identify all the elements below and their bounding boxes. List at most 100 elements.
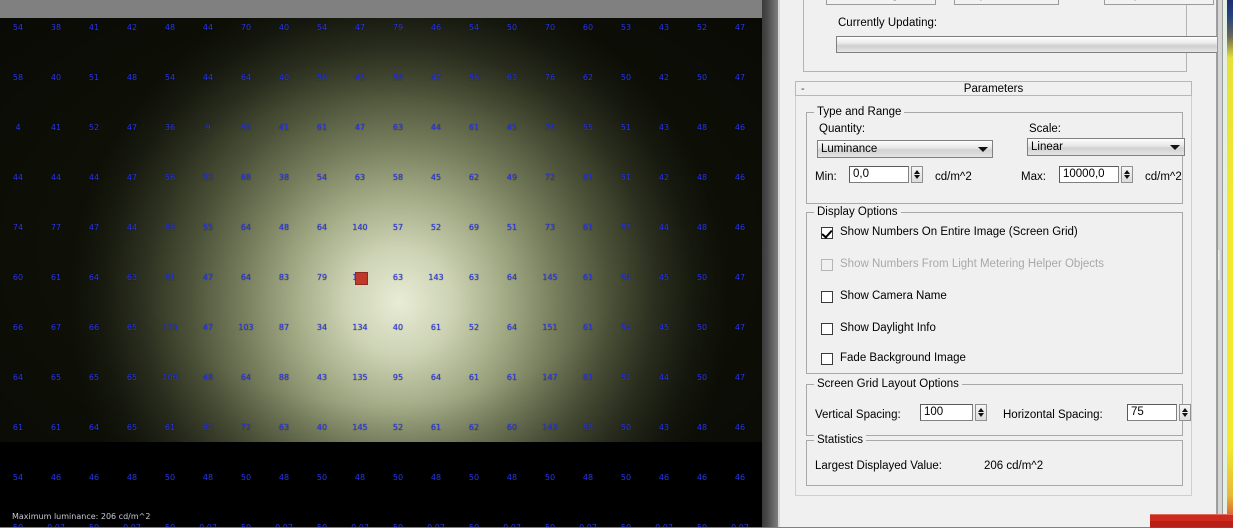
- grid-value: 46: [696, 473, 708, 482]
- grid-value: 147: [542, 373, 558, 382]
- grid-value: 61: [506, 373, 518, 382]
- vertical-spacing-input[interactable]: 100: [920, 404, 973, 421]
- grid-value: 51: [620, 123, 632, 132]
- largest-displayed-value: 206 cd/m^2: [984, 460, 1044, 472]
- min-spinner[interactable]: [911, 166, 923, 183]
- grid-value: 61: [316, 123, 328, 132]
- collapse-toggle-icon[interactable]: -: [801, 84, 805, 95]
- grid-value: 46: [734, 473, 746, 482]
- grid-value: 47: [734, 373, 746, 382]
- grid-value: 50: [506, 23, 518, 32]
- grid-value: 54: [468, 23, 480, 32]
- grid-value: 9: [205, 123, 211, 132]
- scale-combo[interactable]: Linear: [1027, 138, 1185, 156]
- grid-value: 61: [582, 323, 594, 332]
- grid-value: 40: [278, 23, 290, 32]
- type-and-range-group: Type and Range Quantity: Luminance Scale…: [806, 106, 1185, 204]
- grid-value: 49: [506, 173, 518, 182]
- grid-value: 42: [126, 23, 138, 32]
- grid-value: 50: [696, 273, 708, 282]
- grid-value: 61: [430, 323, 442, 332]
- grid-value: 48: [126, 473, 138, 482]
- grid-value: 52: [392, 423, 404, 432]
- scrollbar-thumb[interactable]: [1218, 250, 1222, 280]
- grid-value: 64: [240, 273, 252, 282]
- render-viewport[interactable]: 54 38 41 42 48 44 70 40 54 47 79 46 54 50 70 60 53 43 52 47…: [0, 0, 762, 527]
- grid-value: 48: [696, 223, 708, 232]
- scale-label: Scale:: [1029, 123, 1061, 135]
- grid-value: 48: [430, 473, 442, 482]
- grid-value: 53: [202, 173, 214, 182]
- grid-value: 63: [392, 273, 404, 282]
- grid-value: 57: [392, 223, 404, 232]
- grid-value: 44: [658, 373, 670, 382]
- grid-value: 64: [240, 73, 252, 82]
- taskbar-red-band-lower: [1150, 521, 1233, 527]
- grid-value: 61: [468, 373, 480, 382]
- grid-value: 36: [164, 123, 176, 132]
- update-effect-button[interactable]: Update Effect: [1104, 0, 1214, 5]
- update-scene-button[interactable]: Update Scene: [954, 0, 1059, 5]
- min-input[interactable]: 0,0: [849, 166, 909, 183]
- show-original-button[interactable]: Show Original: [826, 0, 936, 5]
- grid-value: 47: [734, 23, 746, 32]
- grid-value: 140: [352, 223, 368, 232]
- grid-value: 52: [620, 373, 632, 382]
- grid-value: 72: [544, 173, 556, 182]
- grid-value: 66: [12, 323, 24, 332]
- grid-value: 68: [240, 173, 252, 182]
- grid-value: 45: [354, 73, 366, 82]
- grid-value: 45: [430, 173, 442, 182]
- grid-value: 72: [240, 423, 252, 432]
- grid-value: 48: [506, 473, 518, 482]
- cursor-marker[interactable]: [355, 272, 368, 285]
- grid-value: 40: [278, 73, 290, 82]
- checkbox-box-icon[interactable]: [821, 291, 833, 303]
- grid-value: 65: [126, 423, 138, 432]
- grid-value: 41: [50, 123, 62, 132]
- checkbox-box-icon[interactable]: [821, 227, 833, 239]
- horizontal-spacing-spinner[interactable]: [1179, 404, 1191, 421]
- grid-value: 46: [50, 473, 62, 482]
- grid-value: 58: [392, 173, 404, 182]
- grid-value: 70: [240, 23, 252, 32]
- grid-value: 47: [202, 323, 214, 332]
- grid-value: 61: [164, 273, 176, 282]
- horizontal-spacing-input[interactable]: 75: [1127, 404, 1177, 421]
- grid-value: 61: [582, 173, 594, 182]
- max-spinner[interactable]: [1121, 166, 1133, 183]
- grid-value: 151: [542, 323, 558, 332]
- grid-value: 44: [50, 173, 62, 182]
- statistics-group: Statistics Largest Displayed Value: 206 …: [806, 434, 1183, 486]
- grid-value: 83: [278, 273, 290, 282]
- grid-value: 50: [620, 423, 632, 432]
- grid-value: 145: [542, 273, 558, 282]
- max-input[interactable]: 10000,0: [1059, 166, 1119, 183]
- grid-value: 50: [696, 73, 708, 82]
- grid-value: 58: [12, 73, 24, 82]
- update-rollout: Show Original Update Scene Update Effect…: [803, 0, 1218, 72]
- checkbox-box-icon[interactable]: [821, 353, 833, 365]
- grid-value: 44: [12, 173, 24, 182]
- grid-value: 64: [88, 273, 100, 282]
- quantity-combo[interactable]: Luminance: [817, 140, 993, 158]
- parameters-rollout-header[interactable]: - Parameters: [795, 81, 1192, 96]
- grid-value: 42: [658, 73, 670, 82]
- grid-value: 54: [164, 73, 176, 82]
- grid-value: 63: [468, 273, 480, 282]
- grid-value: 54: [620, 273, 632, 282]
- grid-value: 52: [430, 223, 442, 232]
- vertical-spacing-spinner[interactable]: [975, 404, 987, 421]
- checkbox-box-icon[interactable]: [821, 323, 833, 335]
- grid-value: 58: [582, 423, 594, 432]
- grid-value: 43: [658, 123, 670, 132]
- grid-value: 50: [392, 473, 404, 482]
- grid-value: 62: [468, 173, 480, 182]
- grid-value: 46: [430, 23, 442, 32]
- rendered-image[interactable]: [0, 18, 762, 442]
- grid-value: 44: [658, 223, 670, 232]
- grid-value: 61: [582, 223, 594, 232]
- quantity-combo-value: Luminance: [821, 143, 878, 155]
- grid-value: 60: [12, 273, 24, 282]
- checkbox-label: Fade Background Image: [840, 352, 966, 364]
